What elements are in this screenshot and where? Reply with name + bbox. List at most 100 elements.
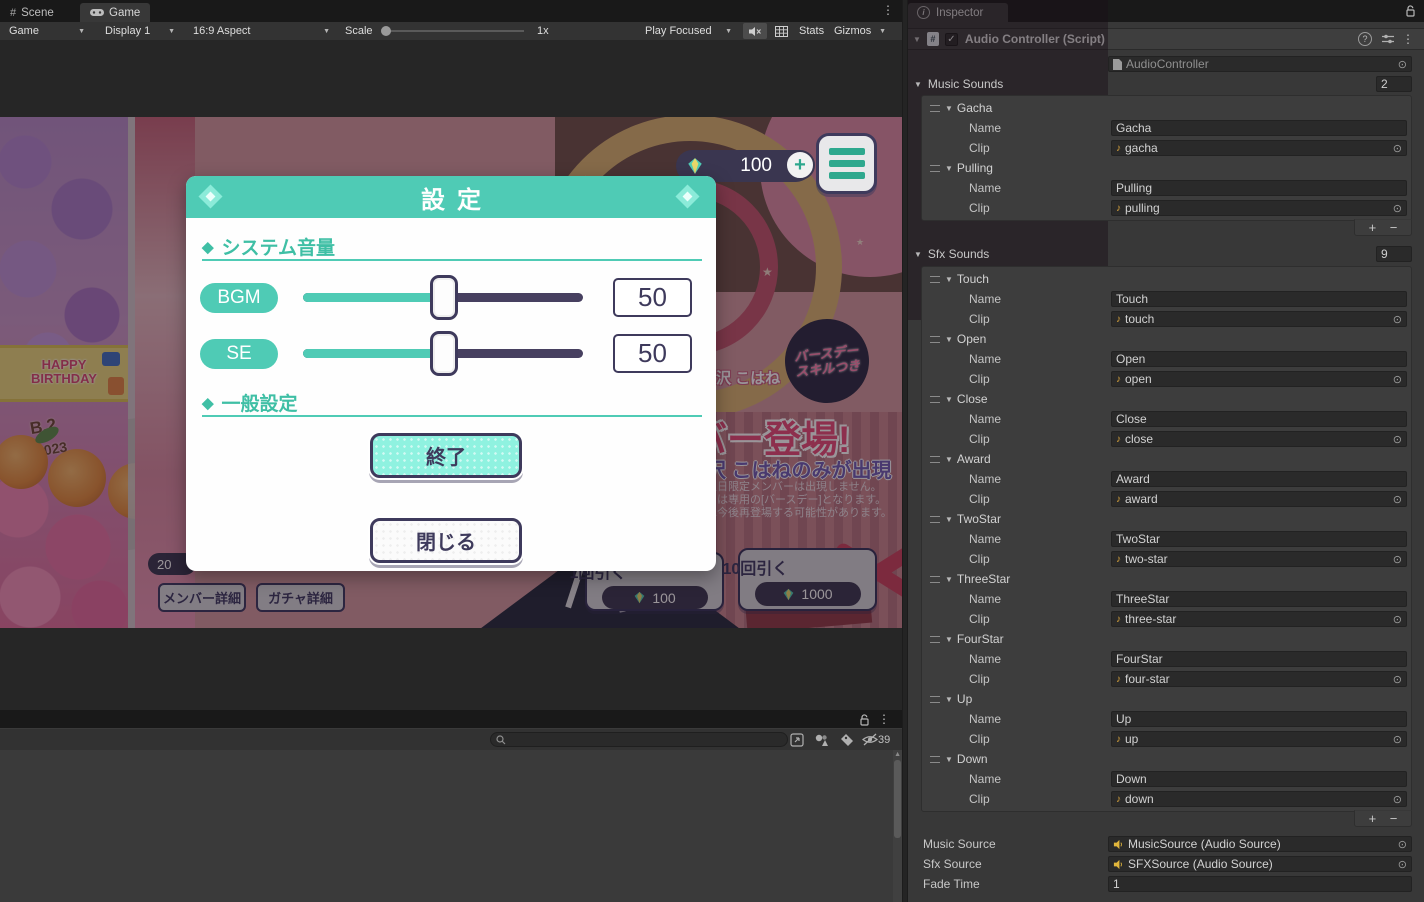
sound-item-header[interactable]: ▼ Open bbox=[922, 329, 1411, 349]
se-value-box[interactable]: 50 bbox=[613, 334, 692, 373]
foldout-icon[interactable]: ▼ bbox=[945, 104, 953, 113]
add-currency-button[interactable]: + bbox=[785, 150, 815, 180]
name-field[interactable]: FourStar bbox=[1111, 651, 1407, 667]
drag-handle-icon[interactable] bbox=[930, 755, 940, 763]
name-field[interactable]: Up bbox=[1111, 711, 1407, 727]
sfx-sounds-size-field[interactable]: 9 bbox=[1376, 246, 1412, 262]
name-field[interactable]: Pulling bbox=[1111, 180, 1407, 196]
drag-handle-icon[interactable] bbox=[930, 455, 940, 463]
clip-field[interactable]: ♪ close ⊙ bbox=[1111, 431, 1407, 447]
scroll-up-icon[interactable]: ▲ bbox=[894, 751, 901, 758]
script-field[interactable]: AudioController ⊙ bbox=[1108, 56, 1412, 72]
tab-scene[interactable]: # Scene bbox=[0, 3, 64, 22]
sound-item-header[interactable]: ▼ TwoStar bbox=[922, 509, 1411, 529]
foldout-icon[interactable]: ▼ bbox=[945, 575, 953, 584]
foldout-icon[interactable]: ▼ bbox=[945, 164, 953, 173]
object-picker-icon[interactable]: ⊙ bbox=[1393, 673, 1402, 686]
clip-field[interactable]: ♪ touch ⊙ bbox=[1111, 311, 1407, 327]
clip-field[interactable]: ♪ two-star ⊙ bbox=[1111, 551, 1407, 567]
scene-visibility-icon[interactable] bbox=[862, 733, 878, 746]
object-picker-icon[interactable]: ⊙ bbox=[1398, 838, 1407, 851]
tabstrip-menu-icon[interactable]: ⋮ bbox=[882, 4, 894, 16]
music-source-field[interactable]: MusicSource (Audio Source) ⊙ bbox=[1108, 836, 1412, 852]
menu-button[interactable] bbox=[816, 133, 877, 194]
remove-element-button[interactable]: − bbox=[1390, 812, 1398, 825]
object-picker-icon[interactable]: ⊙ bbox=[1398, 858, 1407, 871]
clip-field[interactable]: ♪ pulling ⊙ bbox=[1111, 200, 1407, 216]
drag-handle-icon[interactable] bbox=[930, 275, 940, 283]
foldout-icon[interactable]: ▼ bbox=[945, 395, 953, 404]
name-field[interactable]: Close bbox=[1111, 411, 1407, 427]
tab-game[interactable]: Game bbox=[80, 3, 151, 22]
foldout-icon[interactable]: ▼ bbox=[945, 275, 953, 284]
foldout-icon[interactable]: ▼ bbox=[945, 635, 953, 644]
presets-icon[interactable] bbox=[1382, 33, 1394, 45]
sfx-source-field[interactable]: SFXSource (Audio Source) ⊙ bbox=[1108, 856, 1412, 872]
lock-icon[interactable] bbox=[860, 714, 870, 726]
clip-field[interactable]: ♪ three-star ⊙ bbox=[1111, 611, 1407, 627]
name-field[interactable]: Open bbox=[1111, 351, 1407, 367]
foldout-icon[interactable]: ▼ bbox=[945, 335, 953, 344]
drag-handle-icon[interactable] bbox=[930, 395, 940, 403]
aspect-dropdown[interactable]: 16:9 Aspect ▼ bbox=[188, 22, 335, 40]
foldout-icon[interactable]: ▼ bbox=[945, 755, 953, 764]
play-mode-dropdown[interactable]: Play Focused ▼ bbox=[640, 22, 737, 40]
name-field[interactable]: TwoStar bbox=[1111, 531, 1407, 547]
sound-item-header[interactable]: ▼ Down bbox=[922, 749, 1411, 769]
remove-element-button[interactable]: − bbox=[1390, 221, 1398, 234]
drag-handle-icon[interactable] bbox=[930, 335, 940, 343]
panel-menu-icon[interactable]: ⋮ bbox=[878, 713, 890, 725]
clip-field[interactable]: ♪ open ⊙ bbox=[1111, 371, 1407, 387]
drag-handle-icon[interactable] bbox=[930, 575, 940, 583]
object-picker-icon[interactable]: ⊙ bbox=[1398, 58, 1407, 71]
sound-item-header[interactable]: ▼ ThreeStar bbox=[922, 569, 1411, 589]
add-element-button[interactable]: + bbox=[1369, 221, 1377, 234]
sfx-sounds-row[interactable]: ▼ Sfx Sounds 9 bbox=[908, 244, 1424, 264]
gizmos-dropdown[interactable]: Gizmos ▼ bbox=[829, 22, 891, 40]
clip-field[interactable]: ♪ gacha ⊙ bbox=[1111, 140, 1407, 156]
object-picker-icon[interactable]: ⊙ bbox=[1393, 733, 1402, 746]
sound-item-header[interactable]: ▼ Pulling bbox=[922, 158, 1411, 178]
object-picker-icon[interactable]: ⊙ bbox=[1393, 793, 1402, 806]
shapes-icon[interactable] bbox=[814, 733, 828, 747]
music-sounds-size-field[interactable]: 2 bbox=[1376, 76, 1412, 92]
foldout-icon[interactable]: ▼ bbox=[945, 695, 953, 704]
name-field[interactable]: ThreeStar bbox=[1111, 591, 1407, 607]
drag-handle-icon[interactable] bbox=[930, 515, 940, 523]
sound-item-header[interactable]: ▼ Up bbox=[922, 689, 1411, 709]
foldout-icon[interactable]: ▼ bbox=[945, 515, 953, 524]
fade-time-field[interactable]: 1 bbox=[1108, 876, 1412, 892]
mute-audio-button[interactable] bbox=[743, 23, 767, 39]
component-menu-icon[interactable]: ⋮ bbox=[1402, 33, 1414, 45]
sound-item-header[interactable]: ▼ Gacha bbox=[922, 98, 1411, 118]
name-field[interactable]: Down bbox=[1111, 771, 1407, 787]
quit-button[interactable]: 終了 bbox=[370, 433, 522, 478]
object-picker-icon[interactable]: ⊙ bbox=[1393, 493, 1402, 506]
bgm-value-box[interactable]: 50 bbox=[613, 278, 692, 317]
object-picker-icon[interactable]: ⊙ bbox=[1393, 313, 1402, 326]
close-button[interactable]: 閉じる bbox=[370, 518, 522, 563]
lock-icon[interactable] bbox=[1406, 5, 1416, 17]
object-picker-icon[interactable]: ⊙ bbox=[1393, 202, 1402, 215]
game-target-dropdown[interactable]: Game ▼ bbox=[4, 22, 90, 40]
scale-slider-track[interactable] bbox=[382, 30, 524, 32]
scrollbar[interactable]: ▲ bbox=[893, 750, 902, 902]
bgm-slider-handle[interactable] bbox=[430, 275, 458, 320]
foldout-icon[interactable]: ▼ bbox=[914, 250, 922, 259]
name-field[interactable]: Award bbox=[1111, 471, 1407, 487]
sound-item-header[interactable]: ▼ FourStar bbox=[922, 629, 1411, 649]
sound-item-header[interactable]: ▼ Touch bbox=[922, 269, 1411, 289]
clip-field[interactable]: ♪ down ⊙ bbox=[1111, 791, 1407, 807]
frame-selected-icon[interactable] bbox=[790, 733, 804, 747]
foldout-icon[interactable]: ▼ bbox=[914, 80, 922, 89]
tag-icon[interactable] bbox=[840, 733, 854, 747]
clip-field[interactable]: ♪ up ⊙ bbox=[1111, 731, 1407, 747]
sound-item-header[interactable]: ▼ Award bbox=[922, 449, 1411, 469]
object-picker-icon[interactable]: ⊙ bbox=[1393, 433, 1402, 446]
drag-handle-icon[interactable] bbox=[930, 695, 940, 703]
music-sounds-row[interactable]: ▼ Music Sounds 2 bbox=[908, 74, 1424, 94]
display-dropdown[interactable]: Display 1 ▼ bbox=[100, 22, 180, 40]
object-picker-icon[interactable]: ⊙ bbox=[1393, 373, 1402, 386]
sound-item-header[interactable]: ▼ Close bbox=[922, 389, 1411, 409]
drag-handle-icon[interactable] bbox=[930, 104, 940, 112]
